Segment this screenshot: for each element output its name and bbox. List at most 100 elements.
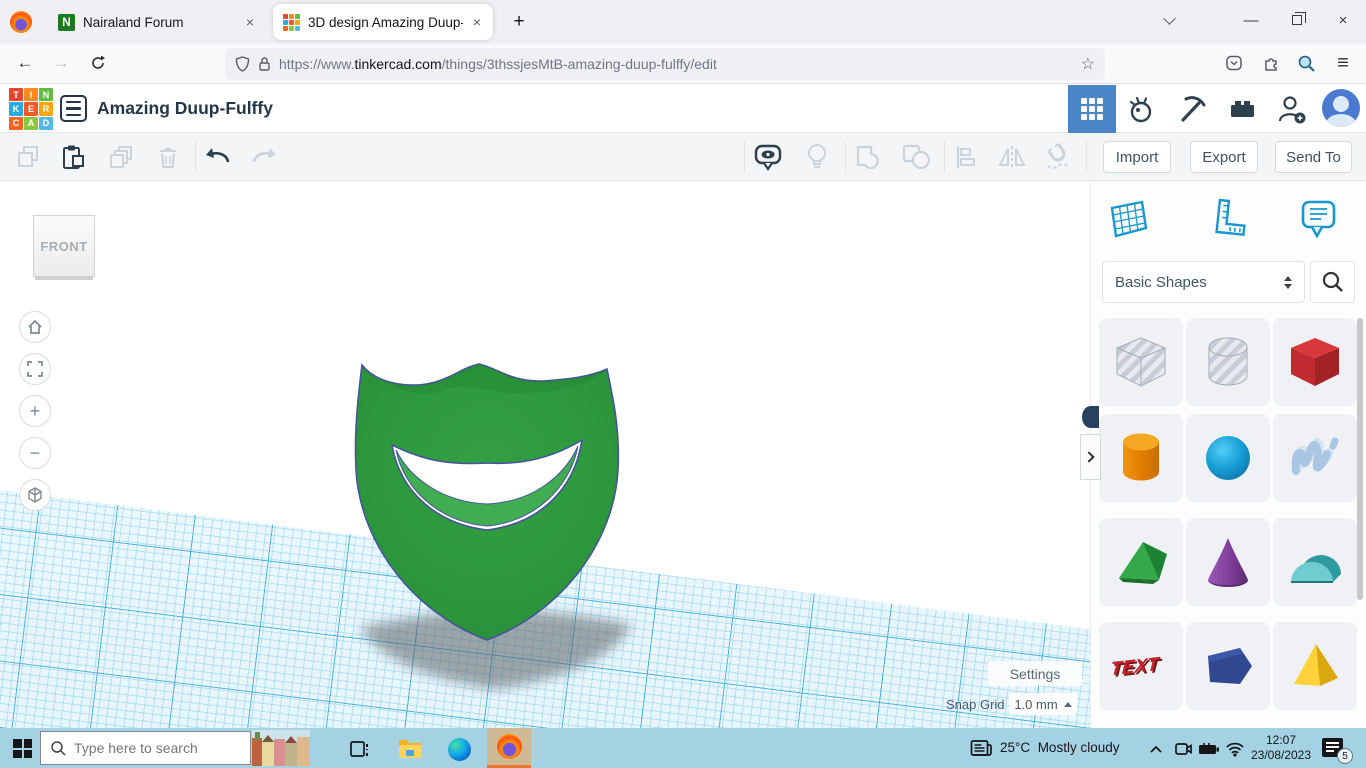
- show-all-icon[interactable]: [752, 141, 784, 173]
- design-menu-icon[interactable]: [60, 95, 87, 122]
- chevron-right-icon: [1083, 451, 1094, 462]
- orange-cylinder-shape[interactable]: [1099, 414, 1183, 502]
- viewcube-front[interactable]: FRONT: [33, 215, 95, 277]
- tab-close-icon[interactable]: ×: [471, 14, 483, 30]
- notes-tool-icon[interactable]: [1294, 195, 1342, 243]
- scribble-shape[interactable]: [1273, 414, 1357, 502]
- forward-button[interactable]: →: [46, 48, 76, 78]
- blue-polygon-shape[interactable]: [1186, 622, 1270, 710]
- battery-icon[interactable]: [1196, 736, 1222, 762]
- mirror-icon[interactable]: [996, 141, 1028, 173]
- url-bar[interactable]: https://www.tinkercad.com/things/3thssje…: [225, 48, 1105, 80]
- edge-icon[interactable]: [446, 736, 472, 762]
- tab-tinkercad-active[interactable]: 3D design Amazing Duup-Fulff ×: [273, 4, 493, 40]
- taskbar-clock[interactable]: 12:07 23/08/2023: [1248, 733, 1314, 763]
- zoom-out-button[interactable]: −: [19, 437, 51, 469]
- close-button[interactable]: ×: [1320, 0, 1366, 40]
- firefox-taskbar-button[interactable]: [487, 728, 531, 768]
- new-tab-button[interactable]: +: [505, 8, 533, 36]
- bookmark-star-icon[interactable]: ☆: [1081, 54, 1095, 74]
- profile-avatar[interactable]: [1322, 89, 1360, 127]
- wifi-icon[interactable]: [1222, 736, 1248, 762]
- minimize-button[interactable]: —: [1228, 0, 1274, 40]
- meet-now-icon[interactable]: [1170, 736, 1196, 762]
- model-green-shape[interactable]: [352, 362, 620, 644]
- search-icon: [50, 740, 66, 756]
- toolbar-separator: [744, 141, 745, 173]
- ungroup-icon[interactable]: [900, 141, 932, 173]
- snap-grid-label: Snap Grid: [946, 697, 1005, 712]
- extensions-puzzle-icon[interactable]: [1256, 48, 1286, 78]
- export-button[interactable]: Export: [1190, 141, 1258, 173]
- restore-button[interactable]: [1274, 0, 1320, 40]
- shape-category-dropdown[interactable]: Basic Shapes: [1102, 261, 1305, 303]
- news-widget-icon[interactable]: [968, 736, 994, 762]
- fit-view-icon: [26, 360, 44, 378]
- back-button[interactable]: ←: [10, 48, 40, 78]
- menu-hamburger-icon[interactable]: ≡: [1328, 48, 1358, 78]
- design-title[interactable]: Amazing Duup-Fulffy: [97, 98, 273, 119]
- snap-grid-dropdown[interactable]: 1.0 mm: [1009, 693, 1077, 715]
- tab-close-icon[interactable]: ×: [244, 14, 256, 30]
- home-view-button[interactable]: [19, 311, 51, 343]
- blocks-grid-icon[interactable]: [1068, 85, 1116, 133]
- panel-collapse-handle[interactable]: [1080, 434, 1101, 480]
- zoom-in-button[interactable]: +: [19, 395, 51, 427]
- red-box-shape[interactable]: [1273, 318, 1357, 406]
- undo-icon[interactable]: [202, 141, 234, 173]
- tab-nairaland[interactable]: N Nairaland Forum ×: [48, 4, 266, 40]
- panel-scrollbar[interactable]: [1357, 318, 1363, 600]
- duplicate-icon[interactable]: [105, 141, 137, 173]
- shape-search-button[interactable]: [1310, 261, 1355, 303]
- tray-chevron-up-icon[interactable]: [1143, 736, 1169, 762]
- chevron-up-icon: [1064, 702, 1072, 707]
- yellow-pyramid-shape[interactable]: [1273, 622, 1357, 710]
- pocket-icon[interactable]: [1219, 48, 1249, 78]
- box-hole-shape[interactable]: [1099, 318, 1183, 406]
- teal-round-roof-shape[interactable]: [1273, 518, 1357, 606]
- tinkercad-logo[interactable]: TIN KER CAD: [9, 88, 53, 130]
- viewport-3d[interactable]: FRONT + − Settings Snap Grid 1.0 mm: [0, 181, 1090, 728]
- blue-sphere-shape[interactable]: [1186, 414, 1270, 502]
- import-button[interactable]: Import: [1103, 141, 1171, 173]
- shield-icon[interactable]: [235, 56, 250, 72]
- group-icon[interactable]: [852, 141, 884, 173]
- notification-count-badge: 5: [1337, 748, 1353, 764]
- paste-icon[interactable]: [57, 141, 89, 173]
- copy-icon[interactable]: [12, 141, 44, 173]
- lock-icon[interactable]: [258, 56, 271, 72]
- delete-icon[interactable]: [152, 141, 184, 173]
- clock-date: 23/08/2023: [1248, 748, 1314, 763]
- redo-icon[interactable]: [248, 141, 280, 173]
- search-input[interactable]: [74, 740, 234, 756]
- light-bulb-icon[interactable]: [801, 141, 833, 173]
- align-icon[interactable]: [950, 141, 982, 173]
- workplane-tool-icon[interactable]: [1103, 195, 1151, 243]
- add-collaborator-icon[interactable]: [1268, 85, 1316, 133]
- sim-lab-icon[interactable]: [1118, 85, 1166, 133]
- reload-button[interactable]: [83, 48, 113, 78]
- perspective-toggle-button[interactable]: [19, 479, 51, 511]
- bing-daily-image[interactable]: [252, 730, 310, 766]
- minecraft-pickaxe-icon[interactable]: [1168, 85, 1216, 133]
- purple-cone-shape[interactable]: [1186, 518, 1270, 606]
- cylinder-hole-shape[interactable]: [1186, 318, 1270, 406]
- list-all-tabs-button[interactable]: [1146, 0, 1192, 40]
- task-view-icon[interactable]: [347, 736, 373, 762]
- start-button[interactable]: [13, 739, 32, 758]
- magnet-snap-icon[interactable]: [1042, 141, 1074, 173]
- browser-tab-strip: N Nairaland Forum × 3D design Amazing Du…: [0, 0, 1366, 44]
- temperature-label[interactable]: 25°C Mostly cloudy: [1000, 740, 1119, 755]
- file-explorer-icon[interactable]: [397, 736, 423, 762]
- green-roof-shape[interactable]: [1099, 518, 1183, 606]
- brick-icon[interactable]: [1218, 85, 1266, 133]
- send-to-button[interactable]: Send To: [1275, 141, 1352, 173]
- fit-view-button[interactable]: [19, 353, 51, 385]
- settings-button[interactable]: Settings: [988, 661, 1082, 686]
- toolbar-separator: [845, 141, 846, 173]
- red-text-shape[interactable]: TEXTTEXT: [1099, 622, 1183, 710]
- zoom-magnifier-icon[interactable]: [1291, 48, 1321, 78]
- ruler-tool-icon[interactable]: [1204, 195, 1252, 243]
- taskbar-search[interactable]: [40, 731, 251, 765]
- nairaland-favicon-icon: N: [58, 14, 75, 31]
